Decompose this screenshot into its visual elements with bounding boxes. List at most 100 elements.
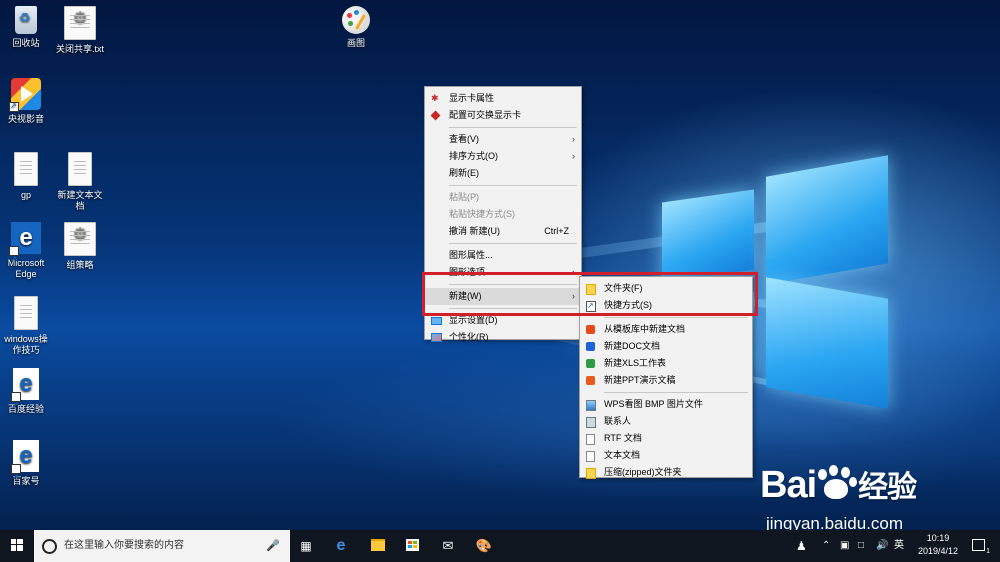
menu-item-switchable-graphics[interactable]: 配置可交换显示卡 bbox=[425, 107, 581, 124]
tray-app-icon[interactable]: ▣ bbox=[840, 530, 849, 562]
taskbar-store[interactable] bbox=[400, 530, 424, 562]
clock-date: 2019/4/12 bbox=[917, 546, 959, 556]
wps-xls-icon bbox=[586, 359, 595, 368]
desktop-icon-label: 画图 bbox=[346, 38, 365, 48]
submenu-item-xls[interactable]: 新建XLS工作表 bbox=[580, 355, 752, 372]
menu-item-paste: 粘贴(P) bbox=[425, 189, 581, 206]
rtf-file-icon bbox=[586, 434, 595, 445]
menu-item-label: 排序方式(O) bbox=[449, 151, 498, 161]
menu-item-label: 显示设置(D) bbox=[449, 315, 498, 325]
menu-item-personalize[interactable]: 个性化(R) bbox=[425, 329, 581, 346]
watermark-brand: Bai bbox=[760, 464, 817, 506]
annotation-highlight-box bbox=[422, 272, 758, 316]
menu-item-view[interactable]: 查看(V) › bbox=[425, 131, 581, 148]
menu-item-undo-new[interactable]: 撤消 新建(U) Ctrl+Z bbox=[425, 223, 581, 240]
wps-doc-icon bbox=[586, 342, 595, 351]
menu-item-label: 压缩(zipped)文件夹 bbox=[604, 467, 682, 477]
menu-item-label: 新建DOC文档 bbox=[604, 341, 660, 351]
desktop-icon-group-policy[interactable]: 组策略 bbox=[48, 222, 112, 271]
submenu-item-bmp[interactable]: WPS看图 BMP 图片文件 bbox=[580, 396, 752, 413]
submenu-item-template[interactable]: 从模板库中新建文档 bbox=[580, 321, 752, 338]
taskbar: 在这里输入你要搜索的内容 🎤 ▦ e ✉ 🎨 ♟ ⌃ ▣ □ 🔊 英 10:19… bbox=[0, 530, 1000, 562]
tray-app-icon: ▣ bbox=[840, 540, 850, 551]
volume-button[interactable]: 🔊 bbox=[876, 530, 888, 562]
menu-item-refresh[interactable]: 刷新(E) bbox=[425, 165, 581, 182]
network-button[interactable]: □ bbox=[858, 530, 864, 562]
paint-icon: 🎨 bbox=[475, 538, 493, 553]
taskbar-edge[interactable]: e bbox=[328, 530, 354, 562]
wps-template-icon bbox=[586, 325, 595, 334]
menu-item-label: 新建PPT演示文稿 bbox=[604, 375, 676, 385]
submenu-item-ppt[interactable]: 新建PPT演示文稿 bbox=[580, 372, 752, 389]
microphone-icon[interactable]: 🎤 bbox=[266, 530, 280, 562]
gear-file-icon bbox=[64, 6, 96, 40]
menu-item-label: 粘贴(P) bbox=[449, 192, 479, 202]
store-icon bbox=[405, 539, 419, 552]
menu-item-label: 查看(V) bbox=[449, 134, 479, 144]
input-method-button[interactable]: 英 bbox=[894, 530, 904, 562]
task-view-button[interactable]: ▦ bbox=[294, 530, 318, 562]
submenu-item-contact[interactable]: 联系人 bbox=[580, 413, 752, 430]
monitor-icon bbox=[431, 317, 442, 325]
desktop-icon-new-text[interactable]: 新建文本文档 bbox=[48, 152, 112, 212]
desktop-icon-baidu-jingyan[interactable]: e 百度经验 bbox=[0, 368, 58, 422]
clock-time: 10:19 bbox=[926, 533, 950, 543]
zip-folder-icon bbox=[586, 468, 596, 479]
document-icon bbox=[14, 152, 38, 186]
taskbar-search-box[interactable]: 在这里输入你要搜索的内容 🎤 bbox=[34, 530, 290, 562]
desktop-icon-cctv[interactable]: 央视影音 bbox=[0, 78, 58, 125]
menu-item-display-card-properties[interactable]: ✱ 显示卡属性 bbox=[425, 90, 581, 107]
windows-logo-pane bbox=[766, 155, 888, 285]
menu-item-label: 文本文档 bbox=[604, 450, 641, 460]
notification-icon: 1 bbox=[972, 539, 990, 557]
desktop-icon-windows-tips[interactable]: windows操作技巧 bbox=[0, 296, 58, 356]
windows-logo-pane bbox=[766, 277, 888, 409]
menu-item-label: 个性化(R) bbox=[449, 332, 489, 342]
menu-item-sort-by[interactable]: 排序方式(O) › bbox=[425, 148, 581, 165]
submenu-item-doc[interactable]: 新建DOC文档 bbox=[580, 338, 752, 355]
menu-item-label: 联系人 bbox=[604, 416, 632, 426]
submenu-item-zip[interactable]: 压缩(zipped)文件夹 bbox=[580, 464, 752, 481]
show-hidden-icons-button[interactable]: ⌃ bbox=[822, 530, 830, 562]
people-button[interactable]: ♟ bbox=[796, 530, 807, 562]
menu-item-label: 撤消 新建(U) bbox=[449, 226, 500, 236]
taskbar-mail[interactable]: ✉ bbox=[436, 530, 460, 562]
input-method-label: 英 bbox=[894, 540, 904, 551]
desktop-icon-paint[interactable]: 画图 bbox=[324, 6, 388, 49]
desktop-icon-baijiahao[interactable]: e 百家号 bbox=[0, 440, 58, 494]
text-file-icon bbox=[586, 451, 595, 462]
recycle-bin-icon: ♻ bbox=[15, 6, 37, 34]
menu-item-paste-shortcut: 粘贴快捷方式(S) bbox=[425, 206, 581, 223]
taskbar-paint[interactable]: 🎨 bbox=[472, 530, 496, 562]
mail-icon: ✉ bbox=[442, 538, 454, 553]
edge-icon: e bbox=[336, 537, 346, 554]
taskbar-clock[interactable]: 10:19 2019/4/12 bbox=[908, 532, 968, 558]
menu-item-graphics-properties[interactable]: 图形属性... bbox=[425, 247, 581, 264]
cortana-icon bbox=[42, 539, 57, 554]
desktop-icon-label: 央视影音 bbox=[7, 114, 44, 124]
chevron-up-icon: ⌃ bbox=[822, 540, 831, 551]
menu-item-label: RTF 文档 bbox=[604, 433, 642, 443]
desktop-icon-share-txt[interactable]: 关闭共享.txt bbox=[48, 6, 112, 55]
diamond-icon bbox=[430, 110, 441, 121]
menu-separator bbox=[449, 243, 577, 244]
start-button[interactable] bbox=[0, 530, 34, 562]
menu-item-label: WPS看图 BMP 图片文件 bbox=[604, 399, 703, 409]
action-center-button[interactable]: 1 bbox=[972, 530, 990, 562]
windows-logo-icon bbox=[11, 539, 23, 552]
submenu-item-text[interactable]: 文本文档 bbox=[580, 447, 752, 464]
amd-icon: ✱ bbox=[431, 93, 439, 103]
desktop-icon-label: 关闭共享.txt bbox=[55, 44, 104, 54]
menu-item-label: 从模板库中新建文档 bbox=[604, 324, 686, 334]
desktop[interactable]: ♻ 回收站 关闭共享.txt 画图 央视影音 gp 新建文本文档 e Micro… bbox=[0, 0, 1000, 530]
baidu-jingyan-watermark: Bai 经验 jingyan.baidu.com bbox=[760, 452, 1000, 530]
taskbar-file-explorer[interactable] bbox=[366, 530, 390, 562]
watermark-suffix: 经验 bbox=[858, 471, 917, 504]
chevron-right-icon: › bbox=[572, 151, 575, 161]
submenu-item-rtf[interactable]: RTF 文档 bbox=[580, 430, 752, 447]
edge-icon: e bbox=[11, 440, 39, 494]
document-icon bbox=[68, 152, 92, 186]
menu-item-label: 新建XLS工作表 bbox=[604, 358, 667, 368]
cctv-player-icon bbox=[9, 78, 41, 112]
network-icon: □ bbox=[858, 540, 865, 551]
